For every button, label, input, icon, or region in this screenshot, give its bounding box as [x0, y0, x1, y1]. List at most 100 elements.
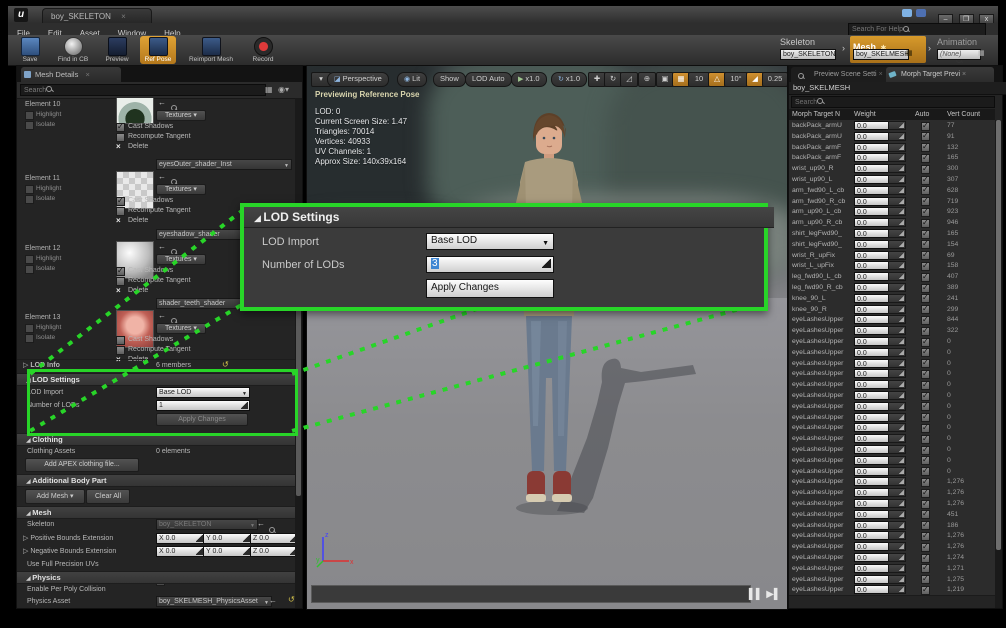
- toolbar-find-in-cb-button[interactable]: Find in CB: [50, 36, 96, 64]
- breadcrumb-animation-asset[interactable]: (None): [937, 49, 981, 60]
- textures-button[interactable]: Textures ▾: [156, 184, 206, 195]
- morph-weight-spinner[interactable]: [888, 164, 906, 173]
- morph-weight-spinner[interactable]: [888, 337, 906, 346]
- morph-weight-input[interactable]: 0.0: [854, 305, 892, 314]
- morph-weight-input[interactable]: 0.0: [854, 499, 892, 508]
- add-mesh-button[interactable]: Add Mesh ▾: [25, 489, 85, 504]
- spinner-icon[interactable]: [196, 535, 203, 542]
- lod-settings-header[interactable]: LOD Settings: [244, 207, 774, 228]
- morph-weight-spinner[interactable]: [888, 121, 906, 130]
- column-vert-count[interactable]: Vert Count: [947, 109, 980, 120]
- morph-weight-input[interactable]: 0.0: [854, 326, 892, 335]
- material-thumbnail-eye[interactable]: [116, 98, 154, 124]
- highlight-checkbox[interactable]: [25, 255, 34, 264]
- morph-weight-spinner[interactable]: [888, 143, 906, 152]
- morph-auto-checkbox[interactable]: [921, 338, 930, 347]
- turntable-speed-button[interactable]: ↻x1.0: [551, 72, 587, 87]
- morph-weight-spinner[interactable]: [888, 531, 906, 540]
- spinner-icon[interactable]: [196, 548, 203, 555]
- morph-weight-spinner[interactable]: [888, 132, 906, 141]
- feedback-bubble-icon[interactable]: [902, 9, 912, 17]
- morph-weight-input[interactable]: 0.0: [854, 337, 892, 346]
- morph-weight-spinner[interactable]: [888, 348, 906, 357]
- step-forward-button[interactable]: ▶▌: [766, 587, 781, 603]
- play-speed-button[interactable]: ▶x1.0: [511, 72, 547, 87]
- morph-scrollbar[interactable]: [995, 120, 1002, 608]
- morph-weight-input[interactable]: 0.0: [854, 251, 892, 260]
- clear-all-button[interactable]: Clear All: [86, 489, 130, 504]
- toolbar-ref-pose-button[interactable]: Ref Pose: [140, 36, 176, 64]
- morph-auto-checkbox[interactable]: [921, 532, 930, 541]
- recompute-tangent-checkbox[interactable]: [116, 207, 125, 216]
- morph-auto-checkbox[interactable]: [921, 262, 930, 271]
- cast-shadows-checkbox[interactable]: [116, 267, 125, 276]
- morph-auto-checkbox[interactable]: [921, 143, 930, 152]
- morph-auto-checkbox[interactable]: [921, 176, 930, 185]
- toolbar-reimport-mesh-button[interactable]: Reimport Mesh: [180, 36, 242, 64]
- highlight-checkbox[interactable]: [25, 324, 34, 333]
- morph-weight-spinner[interactable]: [888, 575, 906, 584]
- morph-weight-input[interactable]: 0.0: [854, 175, 892, 184]
- document-tab-close-icon[interactable]: ×: [121, 12, 126, 21]
- material-dropdown[interactable]: eyesOuter_shader_Inst▼: [156, 159, 292, 170]
- perspective-button[interactable]: ◪Perspective: [327, 72, 389, 87]
- lod-auto-button[interactable]: LOD Auto: [465, 72, 512, 87]
- morph-weight-spinner[interactable]: [888, 207, 906, 216]
- morph-weight-input[interactable]: 0.0: [854, 229, 892, 238]
- neg-bounds-y-input[interactable]: Y 0.0: [203, 546, 252, 557]
- neg-bounds-z-input[interactable]: Z 0.0: [250, 546, 295, 557]
- grid-snap-value[interactable]: 10: [688, 72, 710, 87]
- morph-weight-spinner[interactable]: [888, 456, 906, 465]
- breadcrumb-skeleton[interactable]: Skeleton boy_SKELETON: [780, 37, 844, 65]
- scale-tool-icon[interactable]: ◿: [620, 72, 638, 87]
- angle-snap-value[interactable]: 10°: [724, 72, 748, 87]
- morph-weight-input[interactable]: 0.0: [854, 197, 892, 206]
- morph-weight-spinner[interactable]: [888, 434, 906, 443]
- morph-auto-checkbox[interactable]: [921, 348, 930, 357]
- morph-weight-input[interactable]: 0.0: [854, 294, 892, 303]
- morph-weight-input[interactable]: 0.0: [854, 369, 892, 378]
- tab-mesh-details[interactable]: Mesh Details ×: [21, 67, 121, 82]
- morph-weight-input[interactable]: 0.0: [854, 445, 892, 454]
- morph-weight-input[interactable]: 0.0: [854, 132, 892, 141]
- morph-auto-checkbox[interactable]: [921, 575, 930, 584]
- mesh-grid-icon[interactable]: ▦: [906, 49, 913, 57]
- morph-weight-spinner[interactable]: [888, 380, 906, 389]
- column-auto[interactable]: Auto: [915, 109, 929, 120]
- breadcrumb-skeleton-asset[interactable]: boy_SKELETON: [780, 49, 836, 60]
- material-back-arrow-icon[interactable]: ←: [158, 242, 166, 251]
- morph-auto-checkbox[interactable]: [921, 230, 930, 239]
- morph-weight-input[interactable]: 0.0: [854, 359, 892, 368]
- morph-weight-spinner[interactable]: [888, 305, 906, 314]
- morph-auto-checkbox[interactable]: [921, 122, 930, 131]
- morph-weight-spinner[interactable]: [888, 499, 906, 508]
- morph-auto-checkbox[interactable]: [921, 456, 930, 465]
- highlight-checkbox[interactable]: [25, 185, 34, 194]
- physics-asset-dropdown[interactable]: boy_SKELMESH_PhysicsAsset▼: [156, 596, 272, 607]
- morph-weight-spinner[interactable]: [888, 240, 906, 249]
- morph-weight-spinner[interactable]: [888, 391, 906, 400]
- morph-scrollbar-thumb[interactable]: [996, 120, 1001, 550]
- morph-weight-spinner[interactable]: [888, 359, 906, 368]
- morph-auto-checkbox[interactable]: [921, 586, 930, 595]
- spinner-icon[interactable]: [542, 259, 551, 268]
- morph-auto-checkbox[interactable]: [921, 273, 930, 282]
- pos-bounds-y-input[interactable]: Y 0.0: [203, 533, 252, 544]
- highlight-checkbox[interactable]: [25, 111, 34, 120]
- morph-auto-checkbox[interactable]: [921, 219, 930, 228]
- morph-weight-spinner[interactable]: [888, 272, 906, 281]
- add-apex-clothing-button[interactable]: Add APEX clothing file...: [25, 458, 139, 472]
- morph-weight-input[interactable]: 0.0: [854, 488, 892, 497]
- breadcrumb-animation[interactable]: Animation (None) ▦: [937, 37, 997, 65]
- morph-auto-checkbox[interactable]: [921, 489, 930, 498]
- morph-auto-checkbox[interactable]: [921, 478, 930, 487]
- morph-auto-checkbox[interactable]: [921, 424, 930, 433]
- morph-search-input[interactable]: Search: [791, 96, 995, 108]
- morph-weight-input[interactable]: 0.0: [854, 261, 892, 270]
- morph-weight-spinner[interactable]: [888, 510, 906, 519]
- recompute-tangent-checkbox[interactable]: [116, 346, 125, 355]
- apply-changes-button[interactable]: Apply Changes: [426, 279, 554, 298]
- morph-auto-checkbox[interactable]: [921, 305, 930, 314]
- isolate-checkbox[interactable]: [25, 265, 34, 274]
- morph-weight-input[interactable]: 0.0: [854, 283, 892, 292]
